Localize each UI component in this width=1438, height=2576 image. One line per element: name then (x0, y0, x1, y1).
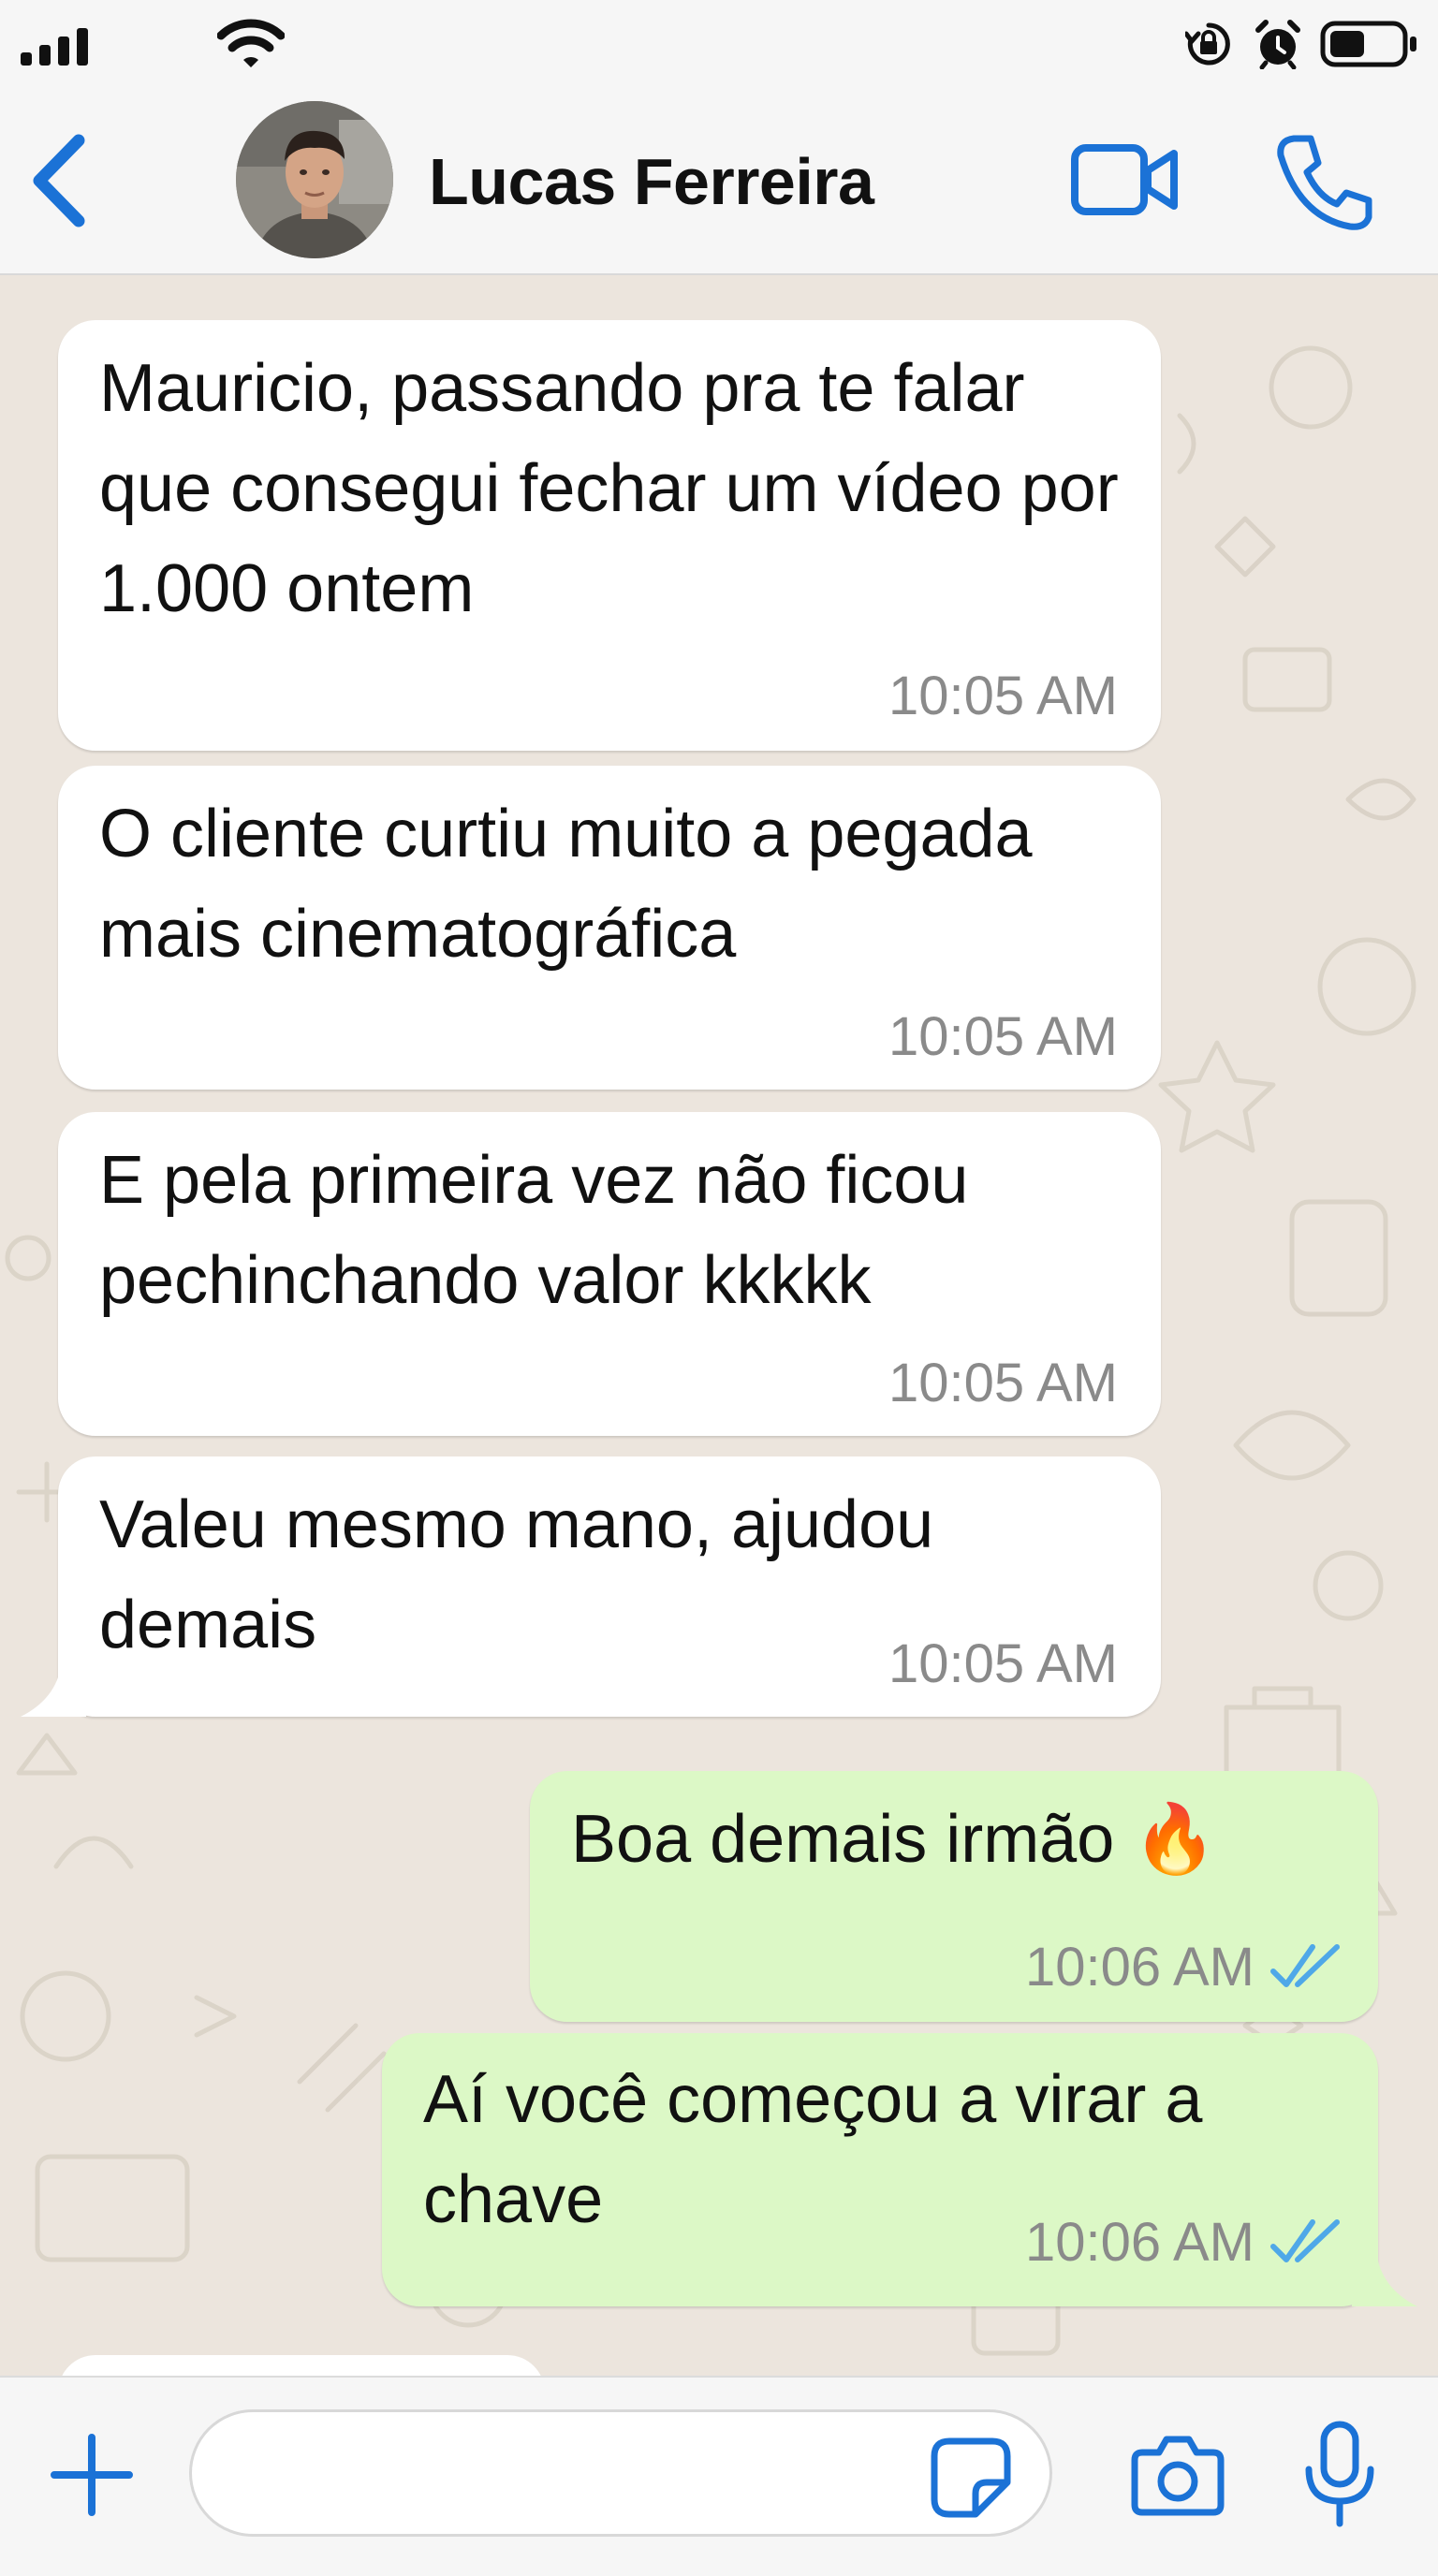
incoming-message-bubble-partial[interactable] (58, 2355, 545, 2376)
voice-call-button[interactable] (1273, 131, 1376, 234)
message-text: Valeu mesmo mano, ajudou demais (99, 1487, 934, 1662)
message-text: Mauricio, passando pra te falar que cons… (99, 351, 1119, 626)
incoming-message-bubble[interactable]: E pela primeira vez não ficou pechinchan… (58, 1112, 1161, 1436)
plus-icon (51, 2434, 133, 2516)
attach-button[interactable] (47, 2430, 137, 2520)
incoming-message-bubble[interactable]: Mauricio, passando pra te falar que cons… (58, 320, 1161, 751)
video-call-button[interactable] (1069, 135, 1181, 225)
message-time: 10:06 AM (1024, 1937, 1255, 1998)
message-text: E pela primeira vez não ficou pechinchan… (99, 1143, 969, 1318)
message-input-bar (0, 2376, 1438, 2576)
battery-icon (1320, 21, 1416, 67)
read-receipt-icon (1270, 1944, 1340, 1987)
message-time: 10:05 AM (888, 1353, 1118, 1413)
voice-message-button[interactable] (1301, 2419, 1378, 2531)
sticker-button[interactable] (929, 2436, 1013, 2520)
video-camera-icon (1071, 144, 1178, 215)
message-time: 10:05 AM (888, 666, 1118, 726)
message-time: 10:05 AM (888, 1633, 1118, 1694)
cellular-signal-icon (21, 28, 88, 66)
message-tail (21, 1661, 86, 1717)
incoming-message-bubble[interactable]: Valeu mesmo mano, ajudou demais 10:05 AM (58, 1456, 1161, 1717)
message-tail (1352, 2250, 1417, 2306)
back-button[interactable] (21, 129, 105, 232)
wifi-icon (217, 19, 285, 67)
read-receipt-icon (1270, 2219, 1340, 2262)
camera-button[interactable] (1129, 2430, 1226, 2520)
status-bar (0, 0, 1438, 86)
camera-icon (1131, 2436, 1225, 2516)
message-time: 10:06 AM (1024, 2212, 1255, 2273)
outgoing-message-bubble[interactable]: Aí você começou a virar a chave 10:06 AM (382, 2033, 1378, 2306)
message-input[interactable] (189, 2409, 1052, 2537)
contact-name[interactable]: Lucas Ferreira (429, 144, 874, 219)
alarm-icon (1255, 20, 1300, 69)
phone-icon (1277, 135, 1372, 230)
microphone-icon (1305, 2421, 1374, 2527)
chat-area[interactable]: Mauricio, passando pra te falar que cons… (0, 275, 1438, 2376)
incoming-message-bubble[interactable]: O cliente curtiu muito a pegada mais cin… (58, 766, 1161, 1090)
orientation-lock-icon (1185, 22, 1230, 66)
whatsapp-chat-screen: Lucas Ferreira Mauricio, passando pra te… (0, 0, 1438, 2576)
contact-avatar[interactable] (236, 101, 393, 258)
message-text: Boa demais irmão 🔥 (571, 1802, 1217, 1877)
chevron-left-icon (33, 134, 85, 227)
chat-header: Lucas Ferreira (0, 86, 1438, 275)
sticker-icon (931, 2437, 1011, 2518)
contact-photo (236, 101, 393, 258)
message-text: O cliente curtiu muito a pegada mais cin… (99, 797, 1033, 972)
message-time: 10:05 AM (888, 1006, 1118, 1067)
outgoing-message-bubble[interactable]: Boa demais irmão 🔥 10:06 AM (530, 1771, 1378, 2022)
